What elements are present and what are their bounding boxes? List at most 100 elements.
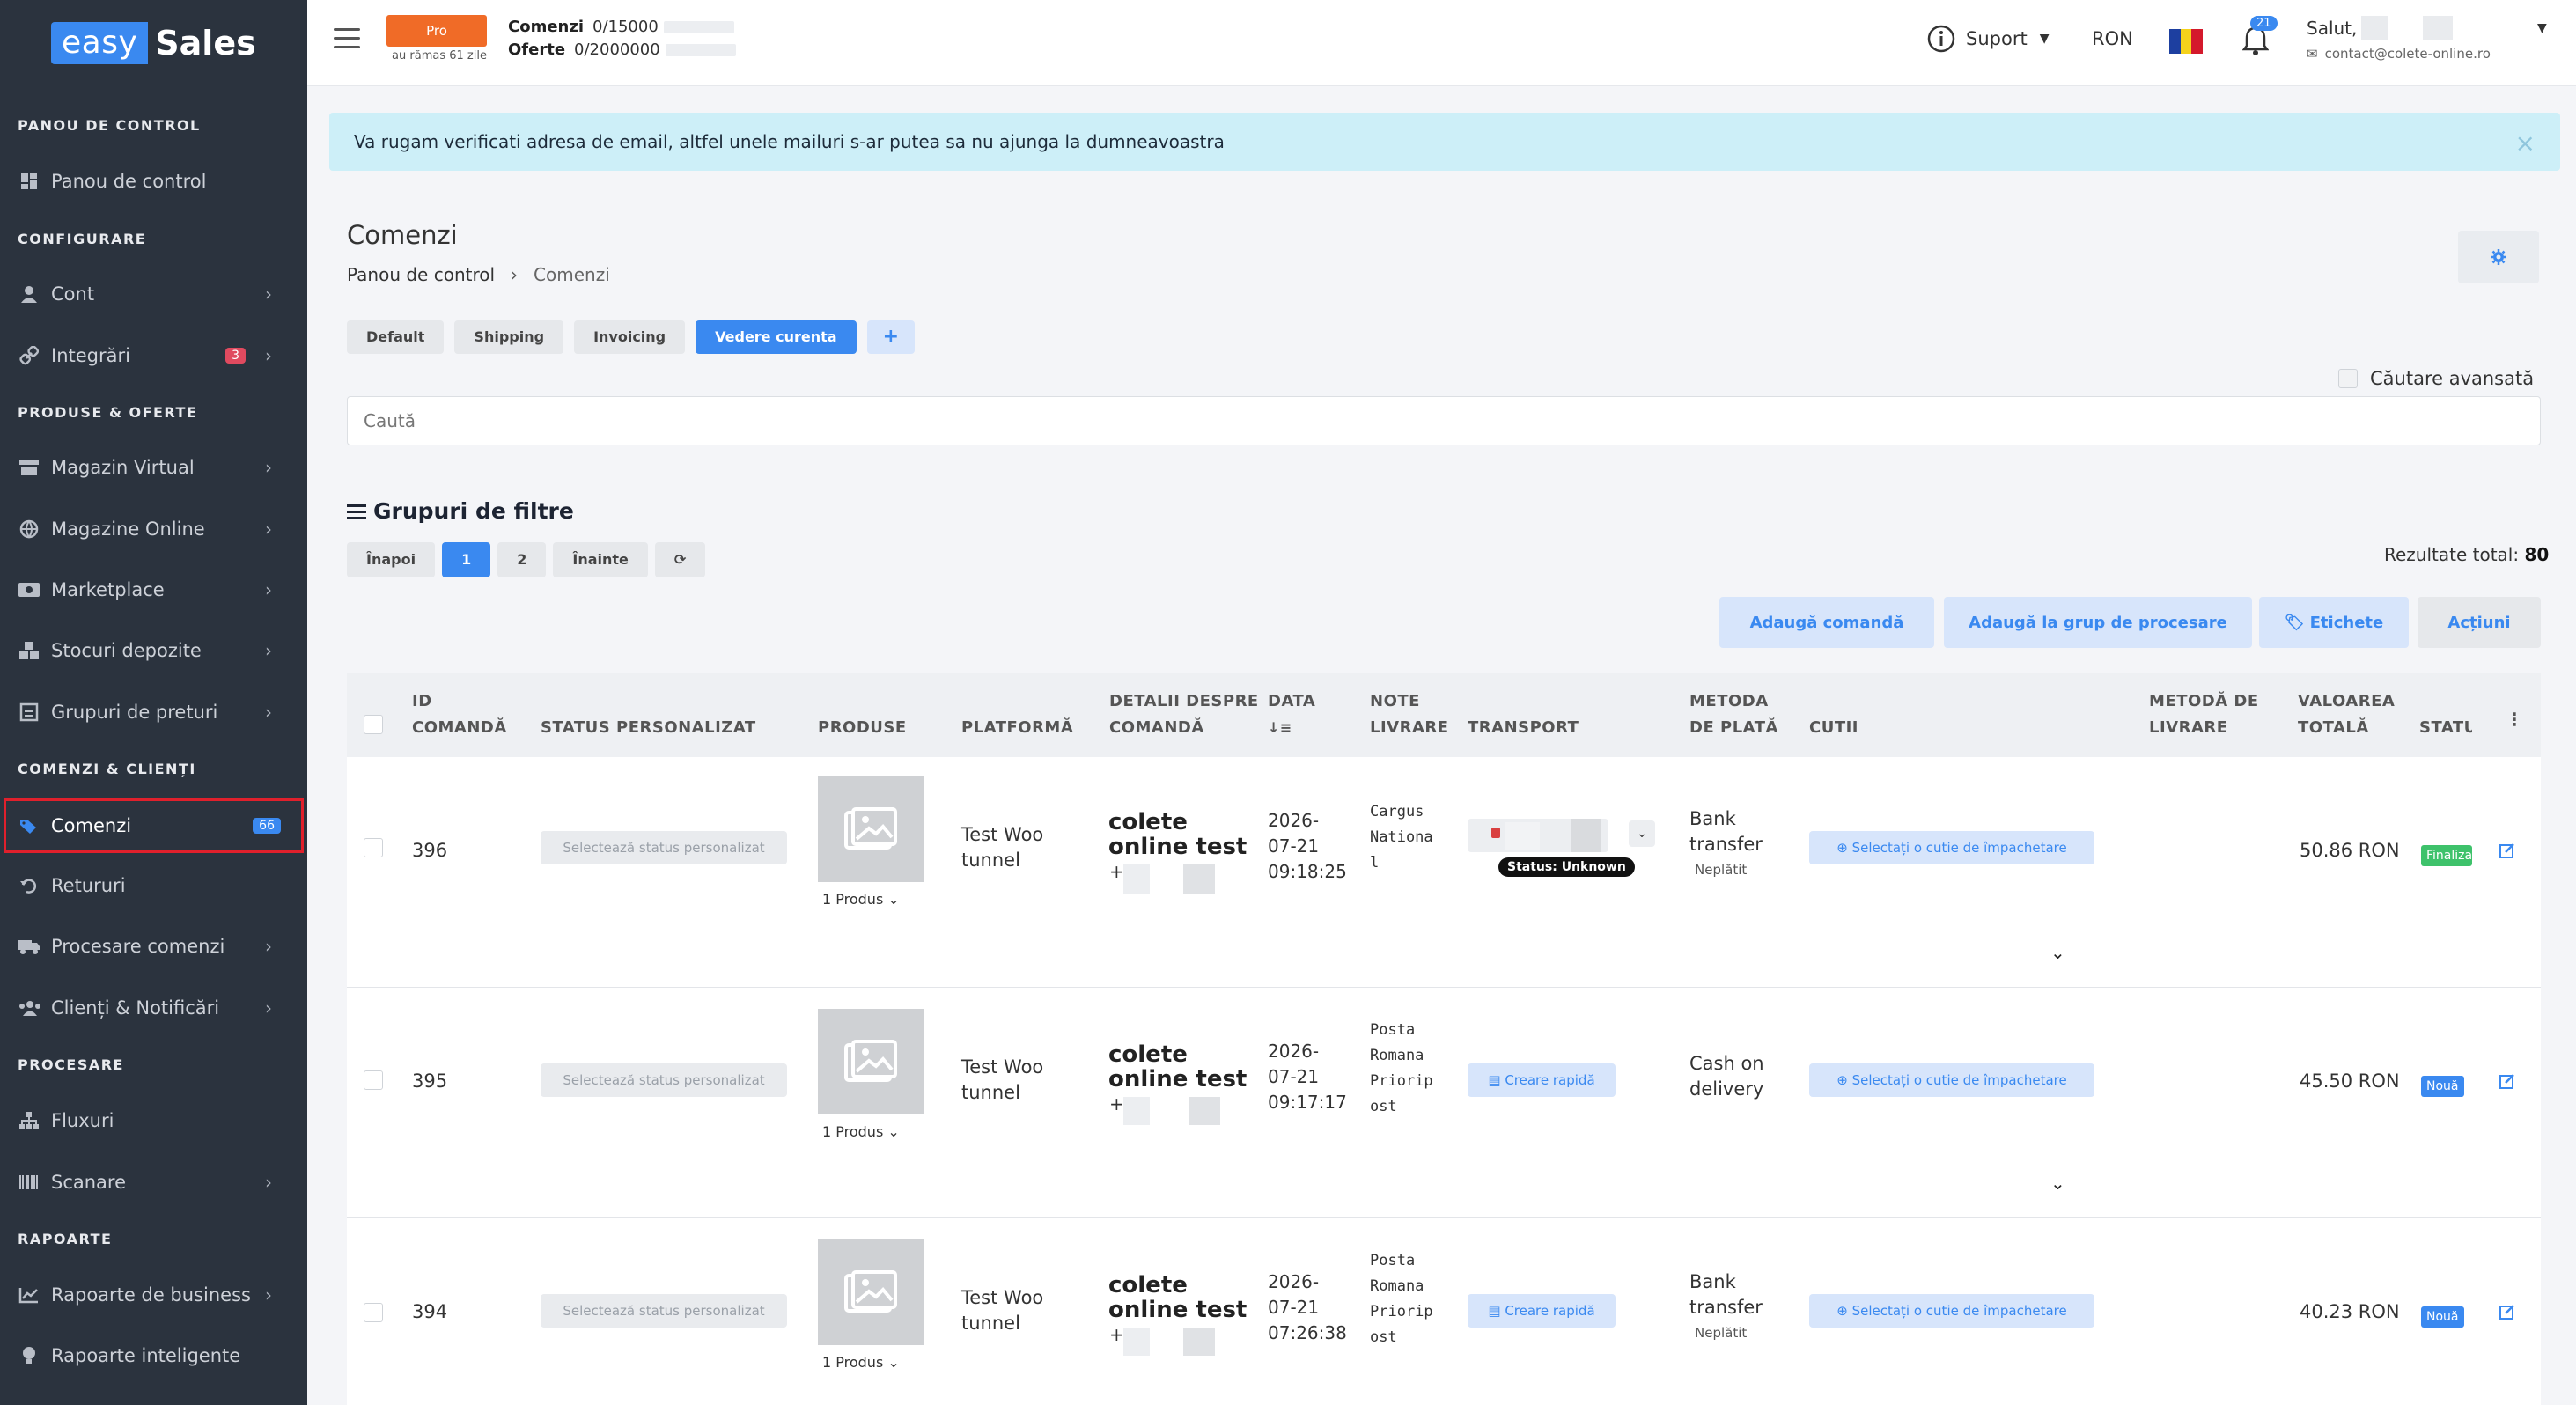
row-expand-chevron-icon[interactable]: ⌄ xyxy=(2050,942,2065,963)
actions-button[interactable]: Acțiuni xyxy=(2418,597,2541,648)
tab-default[interactable]: Default xyxy=(347,320,445,354)
table-row[interactable]: 394 Selectează status personalizat 1 Pro… xyxy=(347,1218,2541,1405)
table-row[interactable]: 395 Selectează status personalizat 1 Pro… xyxy=(347,988,2541,1218)
pager-prev[interactable]: Înapoi xyxy=(347,542,436,577)
filter-groups-title[interactable]: Grupuri de filtre xyxy=(347,498,574,524)
add-to-group-button[interactable]: Adaugă la grup de procesare xyxy=(1944,597,2252,648)
advanced-search-toggle[interactable]: Căutare avansată xyxy=(2338,368,2534,389)
th-platform[interactable]: PLATFORMĂ xyxy=(961,715,1073,741)
tab-invoicing[interactable]: Invoicing xyxy=(574,320,686,354)
th-payment[interactable]: METODA DE PLATĂ xyxy=(1689,688,1778,741)
sidebar-item-cont[interactable]: Cont › xyxy=(0,268,307,320)
column-menu-icon[interactable]: ⋮ xyxy=(2506,706,2524,732)
product-count-toggle[interactable]: 1 Produs ⌄ xyxy=(822,1123,900,1140)
th-delivery[interactable]: METODĂ DE LIVRARE xyxy=(2149,688,2259,741)
quick-create-button[interactable]: ▤ Creare rapidă xyxy=(1468,1294,1616,1328)
th-total[interactable]: VALOAREA TOTALĂ xyxy=(2298,688,2395,741)
carrier-dropdown-icon[interactable]: ⌄ xyxy=(1629,820,1655,847)
add-view-button[interactable]: + xyxy=(866,320,915,354)
customer-name[interactable]: colete online test xyxy=(1108,810,1247,859)
support-menu[interactable]: Suport ▼ xyxy=(1927,25,2049,53)
sort-desc-icon: ↓≡ xyxy=(1268,719,1292,736)
tab-shipping[interactable]: Shipping xyxy=(454,320,564,354)
section-comenzi: COMENZI & CLIENȚI xyxy=(18,761,196,777)
easysales-logo[interactable]: easy Sales xyxy=(51,21,256,65)
sidebar-item-label: Fluxuri xyxy=(51,1110,114,1131)
sidebar-item-scanare[interactable]: Scanare › xyxy=(0,1156,307,1209)
sidebar-item-rapoarte-inteligente[interactable]: Rapoarte inteligente xyxy=(0,1329,307,1382)
sidebar-item-procesare[interactable]: Procesare comenzi › xyxy=(0,920,307,973)
currency-selector[interactable]: RON xyxy=(2092,28,2133,49)
sidebar-item-fluxuri[interactable]: Fluxuri xyxy=(0,1094,307,1147)
menu-toggle-icon[interactable] xyxy=(334,28,360,49)
orders-quota-bar xyxy=(663,21,734,33)
customer-name[interactable]: colete online test xyxy=(1108,1042,1247,1092)
search-input[interactable]: Caută xyxy=(347,396,2541,445)
box-select-button[interactable]: ⊕ Selectați o cutie de împachetare xyxy=(1809,831,2094,864)
pager-page-2[interactable]: 2 xyxy=(497,542,547,577)
refresh-button[interactable]: ⟳ xyxy=(654,542,706,577)
th-transport[interactable]: TRANSPORT xyxy=(1468,715,1579,741)
labels-button[interactable]: 🏷 Etichete xyxy=(2259,597,2409,648)
product-count-toggle[interactable]: 1 Produs ⌄ xyxy=(822,1354,900,1371)
order-status-badge: Finalizată xyxy=(2421,845,2472,866)
table-row[interactable]: 396 Selectează status personalizat 1 Pro… xyxy=(347,757,2541,988)
row-expand-chevron-icon[interactable]: ⌄ xyxy=(2050,1173,2065,1194)
order-id[interactable]: 395 xyxy=(412,1070,447,1092)
notifications-badge: 21 xyxy=(2250,16,2278,31)
pager-page-1[interactable]: 1 xyxy=(442,542,491,577)
user-greeting[interactable]: Salut, xyxy=(2307,18,2357,39)
edit-icon[interactable] xyxy=(2499,842,2518,861)
custom-status-select[interactable]: Selectează status personalizat xyxy=(541,831,787,864)
globe-icon xyxy=(18,518,40,541)
filter-groups-label: Grupuri de filtre xyxy=(373,498,574,524)
box-select-button[interactable]: ⊕ Selectați o cutie de împachetare xyxy=(1809,1063,2094,1097)
close-icon[interactable]: × xyxy=(2515,129,2536,158)
row-checkbox[interactable] xyxy=(364,1303,383,1322)
sidebar-item-integrari[interactable]: Integrări 3 › xyxy=(0,329,307,382)
th-products[interactable]: PRODUSE xyxy=(818,715,907,741)
select-all-checkbox[interactable] xyxy=(364,715,383,734)
product-image-placeholder-icon[interactable] xyxy=(818,1239,924,1345)
sidebar-item-grupuri-preturi[interactable]: Grupuri de preturi › xyxy=(0,686,307,739)
order-id[interactable]: 394 xyxy=(412,1301,447,1322)
customer-name[interactable]: colete online test xyxy=(1108,1273,1247,1322)
custom-status-select[interactable]: Selectează status personalizat xyxy=(541,1294,787,1328)
sidebar-item-magazin-virtual[interactable]: Magazin Virtual › xyxy=(0,441,307,494)
th-details[interactable]: DETALII DESPRE COMANDĂ xyxy=(1109,688,1259,741)
tab-vedere-curenta[interactable]: Vedere curenta xyxy=(696,320,857,354)
th-notes[interactable]: NOTE LIVRARE xyxy=(1370,688,1449,741)
row-checkbox[interactable] xyxy=(364,838,383,857)
sidebar-item-retururi[interactable]: Retururi xyxy=(0,859,307,912)
date-line1: 2026- xyxy=(1268,810,1320,831)
sidebar-item-magazine-online[interactable]: Magazine Online › xyxy=(0,503,307,555)
pager-next[interactable]: Înainte xyxy=(553,542,648,577)
sidebar-item-panou-de-control[interactable]: Panou de control xyxy=(0,155,307,208)
th-date[interactable]: DATA ↓≡ xyxy=(1268,688,1315,741)
product-image-placeholder-icon[interactable] xyxy=(818,776,924,882)
th-status[interactable]: STATUS PERSONALIZAT xyxy=(541,715,756,741)
sidebar-item-marketplace[interactable]: Marketplace › xyxy=(0,563,307,616)
box-select-button[interactable]: ⊕ Selectați o cutie de împachetare xyxy=(1809,1294,2094,1328)
edit-icon[interactable] xyxy=(2499,1072,2518,1092)
add-order-button[interactable]: Adaugă comandă xyxy=(1719,597,1934,648)
product-count-toggle[interactable]: 1 Produs ⌄ xyxy=(822,891,900,908)
product-image-placeholder-icon[interactable] xyxy=(818,1009,924,1114)
order-id[interactable]: 396 xyxy=(412,840,447,861)
romania-flag-icon[interactable] xyxy=(2169,29,2204,54)
breadcrumb-home[interactable]: Panou de control xyxy=(347,264,495,285)
sidebar-item-clienti[interactable]: Clienți & Notificări › xyxy=(0,982,307,1034)
th-state[interactable]: STATU xyxy=(2419,715,2472,741)
edit-icon[interactable] xyxy=(2499,1303,2518,1322)
user-menu-caret-icon[interactable]: ▼ xyxy=(2537,21,2547,35)
sidebar-item-rapoarte-business[interactable]: Rapoarte de business › xyxy=(0,1269,307,1321)
advanced-search-checkbox[interactable] xyxy=(2338,369,2358,388)
row-checkbox[interactable] xyxy=(364,1070,383,1090)
th-id[interactable]: ID COMANDĂ xyxy=(412,688,507,741)
custom-status-select[interactable]: Selectează status personalizat xyxy=(541,1063,787,1097)
settings-button[interactable] xyxy=(2458,231,2539,283)
th-boxes[interactable]: CUTII xyxy=(1809,715,1858,741)
plan-badge[interactable]: Pro xyxy=(386,15,487,47)
quick-create-button[interactable]: ▤ Creare rapidă xyxy=(1468,1063,1616,1097)
sidebar-item-stocuri[interactable]: Stocuri depozite › xyxy=(0,624,307,677)
